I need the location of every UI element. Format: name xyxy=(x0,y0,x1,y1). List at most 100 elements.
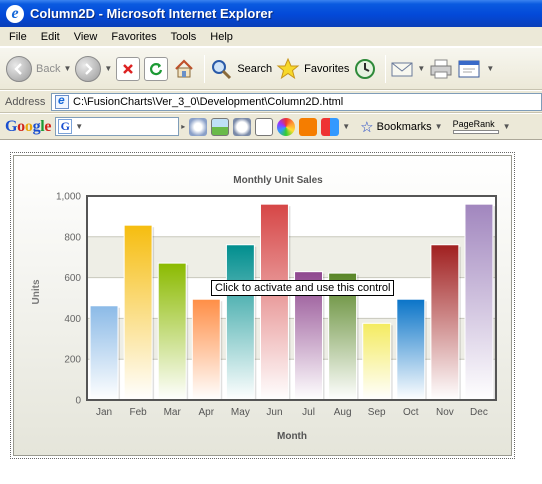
mail-button[interactable]: ▼ xyxy=(390,52,425,86)
menu-file[interactable]: File xyxy=(2,28,34,46)
bar-nov[interactable] xyxy=(430,244,460,401)
refresh-button[interactable] xyxy=(144,52,169,86)
bar-dec[interactable] xyxy=(464,203,494,401)
x-tick-label: Dec xyxy=(470,407,488,418)
pagerank-bar xyxy=(452,129,499,134)
activate-control-tooltip: Click to activate and use this control xyxy=(211,280,395,296)
forward-dropdown-icon[interactable]: ▼ xyxy=(104,64,112,73)
x-tick-label: Apr xyxy=(199,407,215,418)
menu-view[interactable]: View xyxy=(67,28,105,46)
back-label: Back xyxy=(36,62,61,75)
bar-may[interactable] xyxy=(225,244,255,401)
x-tick-label: Jun xyxy=(266,407,282,418)
google-chat-icon[interactable] xyxy=(233,117,252,136)
bar-jun[interactable] xyxy=(259,203,289,401)
print-button[interactable] xyxy=(429,52,453,86)
menu-favorites[interactable]: Favorites xyxy=(104,28,163,46)
toolbar-separator xyxy=(204,54,206,83)
toolbar-separator xyxy=(385,54,387,83)
y-tick-label: 600 xyxy=(64,273,81,284)
x-tick-label: Jul xyxy=(302,407,315,418)
forward-button[interactable]: ▼ xyxy=(75,52,112,86)
address-label: Address xyxy=(5,95,46,108)
search-label: Search xyxy=(237,62,273,75)
address-input[interactable]: C:\FusionCharts\Ver_3_0\Development\Colu… xyxy=(51,92,542,111)
browser-window: e Column2D - Microsoft Internet Explorer… xyxy=(0,0,542,484)
standard-toolbar: Back ▼ ▼ Search Favorites ▼ ▼ xyxy=(0,48,542,90)
x-tick-label: May xyxy=(231,407,250,418)
y-tick-label: 0 xyxy=(75,396,81,407)
edit-dropdown-icon[interactable]: ▼ xyxy=(486,64,494,73)
home-button[interactable] xyxy=(172,52,196,86)
chart-control-frame[interactable]: Monthly Unit Sales Units Month 0 200 400 60… xyxy=(10,152,515,459)
x-tick-label: Sep xyxy=(368,407,386,418)
address-url: C:\FusionCharts\Ver_3_0\Development\Colu… xyxy=(73,95,344,108)
blogger-icon[interactable] xyxy=(299,117,318,136)
x-tick-label: Jan xyxy=(96,407,112,418)
y-tick-label: 200 xyxy=(64,355,81,366)
bar-oct[interactable] xyxy=(396,298,426,401)
internet-explorer-icon: e xyxy=(6,4,24,23)
home-icon xyxy=(172,57,196,81)
edit-page-icon xyxy=(458,60,480,77)
mail-dropdown-icon[interactable]: ▼ xyxy=(417,64,425,73)
window-title: Column2D - Microsoft Internet Explorer xyxy=(30,6,273,21)
google-search-input[interactable]: G ▼ xyxy=(55,117,180,136)
google-logo[interactable]: Google xyxy=(5,118,52,136)
magnifier-icon xyxy=(212,59,232,79)
history-button[interactable] xyxy=(353,52,377,86)
mail-icon xyxy=(391,62,413,76)
google-more-dropdown-icon[interactable]: ▼ xyxy=(342,122,350,131)
back-dropdown-icon[interactable]: ▼ xyxy=(63,64,71,73)
bar-apr[interactable] xyxy=(191,298,221,401)
google-search-web-icon[interactable] xyxy=(189,117,208,136)
column-chart[interactable]: Monthly Unit Sales Units Month 0 200 400 60… xyxy=(14,156,513,457)
bar-mar[interactable] xyxy=(157,262,187,401)
search-button[interactable]: Search xyxy=(209,52,272,86)
back-arrow-icon xyxy=(6,55,32,82)
y-tick-label: 800 xyxy=(64,232,81,243)
chart-title: Monthly Unit Sales xyxy=(233,175,323,186)
google-search-dropdown-icon[interactable]: ▼ xyxy=(75,122,83,131)
stop-icon xyxy=(116,56,141,81)
x-tick-label: Nov xyxy=(436,407,454,418)
bookmarks-label: Bookmarks xyxy=(376,120,432,133)
bookmarks-star-icon: ☆ xyxy=(360,118,374,136)
x-tick-label: Feb xyxy=(130,407,148,418)
y-tick-label: 400 xyxy=(64,314,81,325)
menu-help[interactable]: Help xyxy=(203,28,240,46)
favorites-button[interactable]: Favorites xyxy=(276,52,349,86)
pagerank-dropdown-icon[interactable]: ▼ xyxy=(503,122,511,131)
google-search-arrow-icon[interactable]: ▸ xyxy=(181,122,185,131)
x-tick-label: Oct xyxy=(403,407,419,418)
google-toolbar: Google G ▼ ▸ ▼ ☆ Bookmarks ▼ PageRank ▼ xyxy=(0,114,542,140)
refresh-icon xyxy=(144,56,169,81)
menu-tools[interactable]: Tools xyxy=(164,28,204,46)
pagerank-indicator[interactable]: PageRank xyxy=(452,119,499,134)
bar-jan[interactable] xyxy=(89,305,119,401)
y-axis-label: Units xyxy=(31,279,42,304)
edit-button[interactable]: ▼ xyxy=(457,52,494,86)
title-bar: e Column2D - Microsoft Internet Explorer xyxy=(0,0,542,27)
bar-feb[interactable] xyxy=(123,224,153,401)
back-button[interactable]: Back ▼ xyxy=(6,52,71,86)
chart-background: Monthly Unit Sales Units Month 0 200 400 60… xyxy=(13,155,512,456)
google-apps-icon[interactable] xyxy=(321,117,340,136)
google-news-icon[interactable] xyxy=(255,117,274,136)
history-icon xyxy=(355,58,376,79)
x-axis-label: Month xyxy=(277,431,307,442)
menu-bar: File Edit View Favorites Tools Help xyxy=(0,27,542,47)
bookmarks-button[interactable]: ☆ Bookmarks ▼ xyxy=(360,118,442,136)
stop-button[interactable] xyxy=(116,52,141,86)
forward-arrow-icon xyxy=(75,55,102,82)
y-tick-label: 1,000 xyxy=(56,192,81,203)
google-picasa-icon[interactable] xyxy=(277,117,296,136)
printer-icon xyxy=(430,59,452,78)
x-tick-label: Mar xyxy=(164,407,182,418)
google-image-icon[interactable] xyxy=(211,117,230,136)
google-g-icon[interactable]: G xyxy=(58,119,73,134)
star-icon xyxy=(276,57,300,79)
bookmarks-dropdown-icon: ▼ xyxy=(434,122,443,131)
bar-sep[interactable] xyxy=(362,322,392,401)
menu-edit[interactable]: Edit xyxy=(34,28,67,46)
